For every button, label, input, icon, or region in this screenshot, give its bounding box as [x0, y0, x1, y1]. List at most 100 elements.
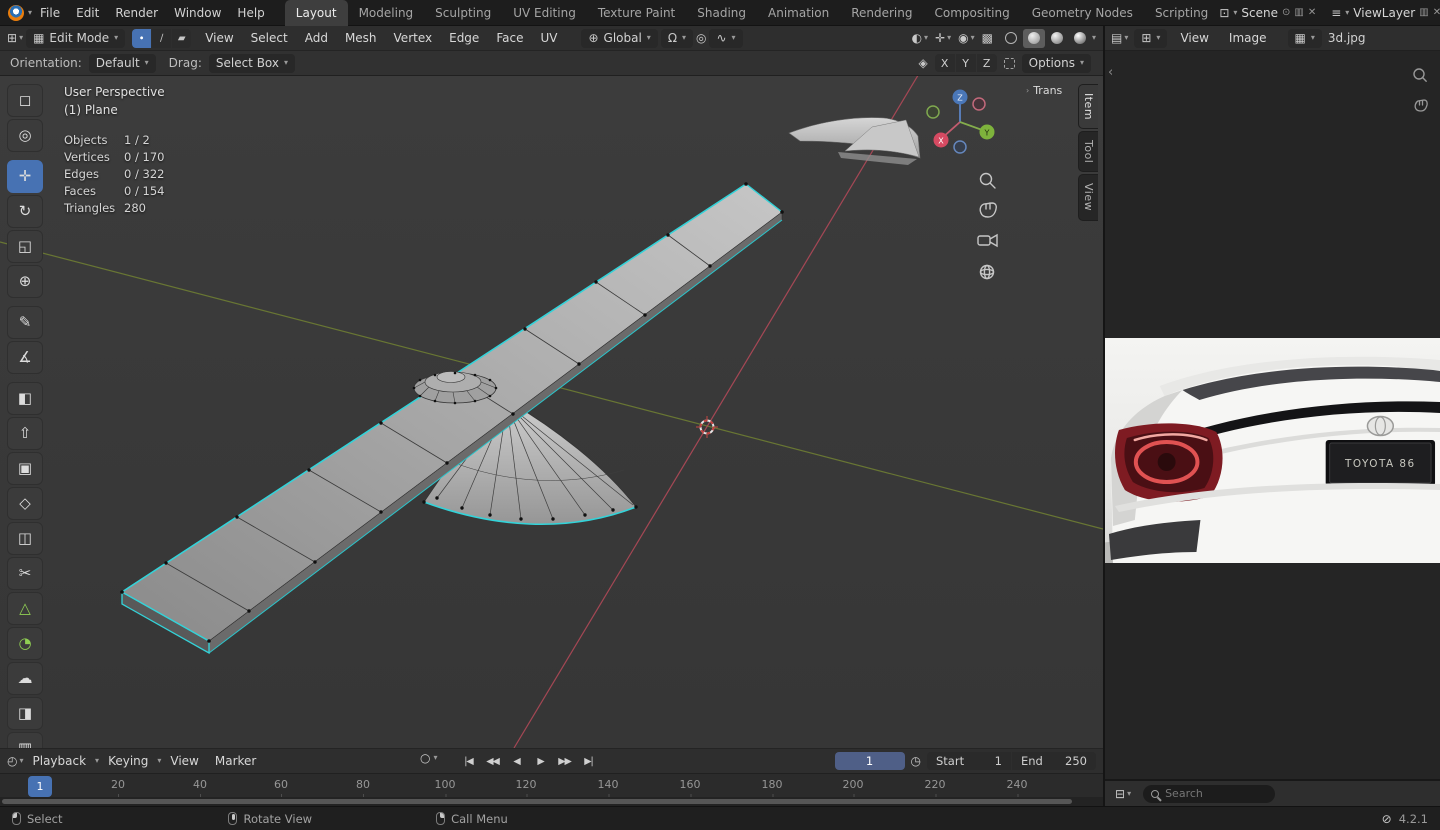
current-frame-field[interactable]: 1 — [834, 752, 905, 770]
tool-cursor[interactable]: ◎ — [7, 119, 43, 152]
search-input[interactable] — [1165, 787, 1258, 800]
tab-rendering[interactable]: Rendering — [840, 0, 923, 26]
proportional-editing-icon[interactable]: ◎ — [696, 32, 706, 44]
image-mode-dropdown[interactable]: ⊞ ▾ — [1134, 28, 1168, 48]
image-datablock-dropdown[interactable]: ▦ ▾ — [1287, 28, 1322, 48]
tool-transform[interactable]: ⊕ — [7, 265, 43, 298]
shading-rendered-button[interactable] — [1069, 29, 1091, 48]
menu-edge[interactable]: Edge — [442, 31, 486, 45]
menu-view[interactable]: View — [198, 31, 240, 45]
tab-geometry-nodes[interactable]: Geometry Nodes — [1021, 0, 1144, 26]
mirror-z-button[interactable]: Z — [976, 54, 997, 72]
mesh-wing[interactable] — [120, 182, 784, 655]
playhead[interactable]: 1 — [28, 776, 52, 797]
image-editor-canvas[interactable]: ‹ TOYOTA 86 — [1105, 51, 1440, 779]
visibility-filter-button[interactable]: ◐ ▾ — [912, 32, 929, 44]
timeline-editor-type-selector[interactable]: ◴ ▾ — [7, 755, 24, 767]
autokey-toggle[interactable]: ○ ▾ — [420, 752, 438, 764]
shading-wireframe-button[interactable] — [1000, 29, 1022, 48]
orientation-dropdown[interactable]: Default ▾ — [88, 53, 156, 73]
3d-viewport[interactable]: Z X Y ◻ ◎ ✛ ↻ ◱ ⊕ ✎ ∡ ◧ ⇧ ▣ ◇ ◫ ✂ △ ◔ ☁ … — [0, 76, 1103, 748]
shading-solid-button[interactable] — [1022, 28, 1045, 48]
menu-edit[interactable]: Edit — [68, 0, 107, 26]
show-overlays-button[interactable]: ◉ ▾ — [958, 32, 975, 44]
menu-uv[interactable]: UV — [533, 31, 564, 45]
menu-mesh[interactable]: Mesh — [338, 31, 384, 45]
mode-dropdown[interactable]: ▦ Edit Mode ▾ — [26, 28, 126, 48]
duplicate-icon[interactable]: ▥ — [1419, 7, 1428, 18]
face-select-button[interactable]: ▰ — [172, 28, 192, 48]
menu-keying[interactable]: Keying — [101, 754, 155, 768]
tab-animation[interactable]: Animation — [757, 0, 840, 26]
image-name[interactable]: 3d.jpg — [1328, 31, 1366, 45]
viewport-canvas[interactable]: Z X Y — [0, 76, 1103, 748]
sidebar-tab-view[interactable]: View — [1078, 174, 1098, 221]
menu-vertex[interactable]: Vertex — [387, 31, 440, 45]
timeline-ruler[interactable]: 20 40 60 80 100 120 140 160 180 200 220 … — [0, 773, 1103, 798]
snap-base-icon[interactable] — [1003, 57, 1015, 69]
tool-annotate[interactable]: ✎ — [7, 306, 43, 339]
menu-window[interactable]: Window — [166, 0, 229, 26]
timeline-scrollbar-handle[interactable] — [2, 799, 1072, 804]
navigation-gizmo[interactable]: Z X Y — [926, 89, 995, 154]
pan-hand-icon[interactable] — [1412, 97, 1428, 113]
scene-selector[interactable]: ⊡ ▾ Scene ⊙ ▥ ✕ — [1219, 6, 1316, 20]
menu-select[interactable]: Select — [244, 31, 295, 45]
xray-toggle-button[interactable]: ▩ — [982, 32, 993, 44]
menu-file[interactable]: File — [32, 0, 68, 26]
shading-material-button[interactable] — [1046, 29, 1068, 48]
snapping-dropdown[interactable]: Ω ▾ — [660, 28, 693, 48]
transform-panel-peek[interactable]: › Trans — [1026, 84, 1062, 97]
menu-image-view[interactable]: View — [1173, 31, 1215, 45]
tab-uv-editing[interactable]: UV Editing — [502, 0, 587, 26]
pin-icon[interactable]: ⊙ — [1282, 7, 1290, 18]
chevron-down-icon[interactable]: ▾ — [1092, 34, 1096, 42]
play-reverse-button[interactable]: ◀ — [506, 752, 527, 771]
mirror-y-button[interactable]: Y — [955, 54, 976, 72]
close-icon[interactable]: ✕ — [1433, 7, 1440, 18]
tool-poly-build[interactable]: △ — [7, 592, 43, 625]
sidebar-tab-item[interactable]: Item — [1078, 84, 1098, 130]
duplicate-icon[interactable]: ▥ — [1294, 7, 1303, 18]
transform-orientation-dropdown[interactable]: ⊕ Global ▾ — [581, 28, 658, 48]
jump-to-end-button[interactable]: ▶| — [578, 752, 599, 771]
tab-texture-paint[interactable]: Texture Paint — [587, 0, 686, 26]
show-gizmo-button[interactable]: ✛ ▾ — [935, 32, 951, 44]
menu-image[interactable]: Image — [1222, 31, 1274, 45]
tool-bevel[interactable]: ◇ — [7, 487, 43, 520]
vertex-select-button[interactable]: ∙ — [132, 28, 152, 48]
tool-loop-cut[interactable]: ◫ — [7, 522, 43, 555]
gizmo-y-neg-handle[interactable] — [926, 105, 940, 119]
tab-shading[interactable]: Shading — [686, 0, 757, 26]
camera-view-icon[interactable] — [977, 233, 998, 248]
mesh-wingtip-object[interactable] — [788, 117, 921, 165]
menu-timeline-view[interactable]: View — [163, 754, 205, 768]
tool-scale[interactable]: ◱ — [7, 230, 43, 263]
tool-rip-region[interactable]: ▥ — [7, 732, 43, 748]
blender-logo-icon[interactable] — [8, 4, 24, 21]
tab-layout[interactable]: Layout — [284, 0, 348, 26]
play-button[interactable]: ▶ — [530, 752, 551, 771]
tab-modeling[interactable]: Modeling — [348, 0, 425, 26]
network-offline-icon[interactable]: ⊘ — [1382, 813, 1392, 825]
tool-select-box[interactable]: ◻ — [7, 84, 43, 117]
tool-spin[interactable]: ◔ — [7, 627, 43, 660]
mirror-x-button[interactable]: X — [934, 54, 955, 72]
menu-help[interactable]: Help — [229, 0, 272, 26]
start-frame-field[interactable]: Start 1 — [927, 752, 1011, 770]
tab-scripting[interactable]: Scripting — [1144, 0, 1219, 26]
timeline-scrollbar[interactable] — [0, 797, 1103, 806]
tool-smooth[interactable]: ☁ — [7, 662, 43, 695]
menu-marker[interactable]: Marker — [208, 754, 263, 768]
tool-edge-slide[interactable]: ◨ — [7, 697, 43, 730]
end-frame-field[interactable]: End 250 — [1012, 752, 1096, 770]
menu-face[interactable]: Face — [489, 31, 530, 45]
properties-editor-type-selector[interactable]: ⊟ ▾ — [1115, 788, 1131, 800]
next-keyframe-button[interactable]: ▶▶ — [554, 752, 575, 771]
pan-hand-icon[interactable] — [979, 202, 997, 218]
menu-playback[interactable]: Playback — [26, 754, 94, 768]
menu-add[interactable]: Add — [298, 31, 335, 45]
zoom-icon[interactable] — [1412, 67, 1428, 83]
mirror-icon[interactable]: ◈ — [918, 57, 927, 69]
region-corner-icon[interactable]: ‹ — [1108, 65, 1113, 80]
